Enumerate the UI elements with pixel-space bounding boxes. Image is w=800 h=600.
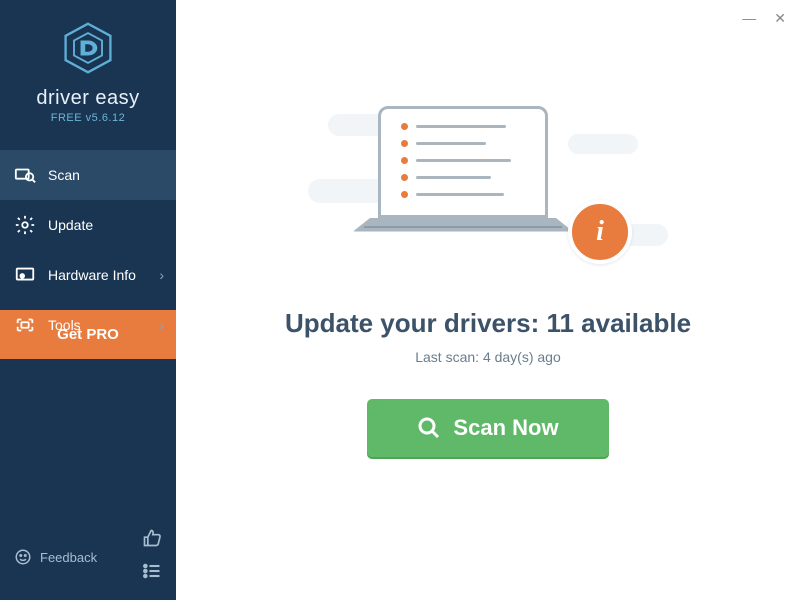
nav-label-update: Update — [48, 217, 164, 233]
sidebar: driver easy FREE v5.6.12 Scan Update — [0, 0, 176, 600]
window-controls: — ✕ — [742, 10, 786, 27]
headline: Update your drivers: 11 available — [285, 308, 691, 339]
last-scan-text: Last scan: 4 day(s) ago — [415, 349, 561, 365]
nav-label-scan: Scan — [48, 167, 164, 183]
list-button[interactable] — [142, 561, 162, 586]
nav-item-update[interactable]: Update — [0, 200, 176, 250]
nav-label-tools: Tools — [48, 317, 159, 333]
chevron-right-icon: › — [159, 317, 164, 333]
logo-area: driver easy FREE v5.6.12 — [0, 0, 176, 132]
scan-icon — [14, 164, 36, 186]
nav-label-hardware: Hardware Info — [48, 267, 159, 283]
scan-now-label: Scan Now — [453, 415, 558, 441]
info-badge-icon: i — [568, 200, 632, 264]
list-icon — [142, 561, 162, 581]
nav-item-hardware[interactable]: i Hardware Info › — [0, 250, 176, 300]
sidebar-nav: Scan Update i Hardware Info › — [0, 150, 176, 350]
feedback-label: Feedback — [40, 550, 97, 565]
scan-now-button[interactable]: Scan Now — [367, 399, 608, 457]
feedback-icon — [14, 548, 32, 566]
thumbs-up-button[interactable] — [142, 528, 162, 553]
feedback-button[interactable]: Feedback — [14, 548, 97, 566]
laptop-icon — [378, 106, 598, 232]
main-panel: — ✕ i Update your drivers: 11 available — [176, 0, 800, 600]
close-button[interactable]: ✕ — [774, 10, 786, 27]
nav-item-tools[interactable]: Tools › — [0, 300, 176, 350]
chevron-right-icon: › — [159, 267, 164, 283]
version-label: FREE v5.6.12 — [0, 112, 176, 124]
update-icon — [14, 214, 36, 236]
illustration: i — [318, 84, 658, 284]
hardware-icon: i — [14, 264, 36, 286]
sidebar-footer: Feedback — [0, 518, 176, 600]
minimize-button[interactable]: — — [742, 10, 756, 27]
brand-name: driver easy — [0, 87, 176, 110]
magnifier-icon — [417, 416, 441, 440]
nav-item-scan[interactable]: Scan — [0, 150, 176, 200]
tools-icon — [14, 314, 36, 336]
svg-text:i: i — [22, 274, 23, 279]
thumbs-up-icon — [142, 528, 162, 548]
app-logo-icon — [60, 20, 116, 76]
